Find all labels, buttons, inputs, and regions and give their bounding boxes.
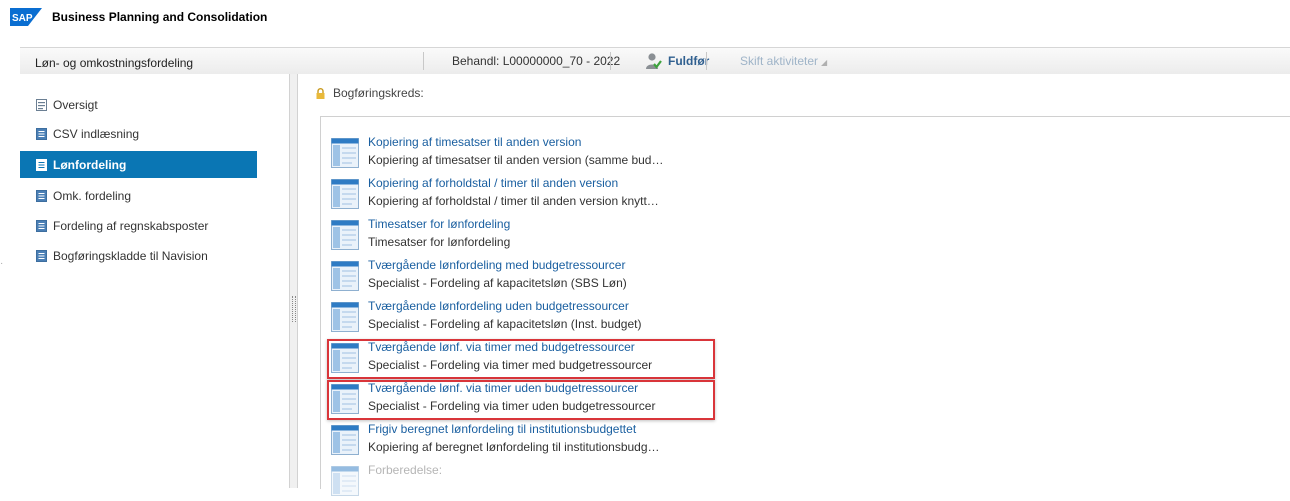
header-divider xyxy=(706,52,707,70)
header-divider xyxy=(610,52,611,70)
activity-header: Løn- og omkostningsfordeling Behandl: L0… xyxy=(20,47,1290,75)
task-form-icon xyxy=(331,302,359,332)
task-title[interactable]: Frigiv beregnet lønfordeling til institu… xyxy=(368,422,636,436)
app-title: Business Planning and Consolidation xyxy=(52,10,268,24)
task-description: Kopiering af forholdstal / timer til and… xyxy=(368,194,659,208)
task-description: Kopiering af beregnet lønfordeling til i… xyxy=(368,440,660,454)
company-code-label: Bogføringskreds: xyxy=(333,86,424,100)
task-item[interactable]: Kopiering af forholdstal / timer til and… xyxy=(331,174,711,214)
sap-logo: SAP xyxy=(10,8,42,26)
task-description: Timesatser for lønfordeling xyxy=(368,235,511,249)
finish-button[interactable]: Fuldfør xyxy=(644,51,709,71)
task-list-panel: Kopiering af timesatser til anden versio… xyxy=(320,116,1290,496)
corner-arrow-icon: ◢ xyxy=(821,58,828,67)
sidebar-item[interactable]: Fordeling af regnskabsposter xyxy=(20,212,257,239)
task-title[interactable]: Timesatser for lønfordeling xyxy=(368,217,510,231)
task-form-icon xyxy=(331,425,359,455)
finish-icon xyxy=(646,53,662,69)
task-title[interactable]: Tværgående lønfordeling med budgetressou… xyxy=(368,258,625,272)
task-item[interactable]: Timesatser for lønfordeling Timesatser fo… xyxy=(331,215,711,255)
svg-text:SAP: SAP xyxy=(12,13,33,24)
task-title[interactable]: Tværgående lønf. via timer med budgetres… xyxy=(368,340,635,354)
sidebar-item[interactable]: Bogføringskladde til Navision xyxy=(20,242,257,269)
document-icon xyxy=(36,158,47,171)
page-title: Løn- og omkostningsfordeling xyxy=(35,56,194,70)
task-form-icon xyxy=(331,343,359,373)
sidebar-item[interactable]: Omk. fordeling xyxy=(20,182,257,209)
shell-bar: SAP Business Planning and Consolidation xyxy=(0,0,1290,40)
task-title: Forberedelse: xyxy=(368,463,443,477)
task-title[interactable]: Tværgående lønf. via timer uden budgetre… xyxy=(368,381,638,395)
sidebar-item-label: Lønfordeling xyxy=(53,157,127,172)
task-item[interactable]: Tværgående lønf. via timer uden budgetre… xyxy=(331,379,711,419)
task-form-icon xyxy=(331,384,359,414)
task-description: Specialist - Fordeling via timer med bud… xyxy=(368,358,653,372)
task-item[interactable]: Tværgående lønf. via timer med budgetres… xyxy=(331,338,711,378)
sidebar-item-label: CSV indlæsning xyxy=(53,126,140,141)
task-description: Specialist - Fordeling via timer uden bu… xyxy=(368,399,656,413)
lock-icon xyxy=(316,87,325,99)
task-title[interactable]: Kopiering af forholdstal / timer til and… xyxy=(368,176,618,190)
overview-icon xyxy=(36,98,47,111)
task-title[interactable]: Tværgående lønfordeling uden budgetresso… xyxy=(368,299,629,313)
document-icon xyxy=(36,249,47,262)
task-item[interactable]: Tværgående lønfordeling uden budgetresso… xyxy=(331,297,711,337)
document-icon xyxy=(36,189,47,202)
task-item[interactable]: Frigiv beregnet lønfordeling til institu… xyxy=(331,420,711,460)
task-item[interactable]: Tværgående lønfordeling med budgetressou… xyxy=(331,256,711,296)
company-row: Bogføringskreds: xyxy=(316,86,424,100)
context-label: Behandl: L00000000_70 - 2022 xyxy=(452,54,621,68)
splitter-grip[interactable] xyxy=(292,296,296,322)
header-divider xyxy=(423,52,424,70)
edge-marker: · xyxy=(0,258,4,269)
sidebar-item-label: Oversigt xyxy=(53,97,98,112)
task-form-icon xyxy=(331,261,359,291)
task-form-icon xyxy=(331,466,359,496)
task-item[interactable]: Kopiering af timesatser til anden versio… xyxy=(331,133,711,173)
sidebar-item-label: Fordeling af regnskabsposter xyxy=(53,218,209,233)
sidebar-item[interactable]: Oversigt xyxy=(20,91,257,118)
main-panel: Bogføringskreds: Kopiering af timesatser… xyxy=(298,74,1290,496)
pane-splitter[interactable] xyxy=(290,74,298,488)
task-description: Specialist - Fordeling af kapacitetsløn … xyxy=(368,317,642,331)
finish-label: Fuldfør xyxy=(668,54,710,68)
sidebar-item-label: Omk. fordeling xyxy=(53,188,132,203)
task-form-icon xyxy=(331,220,359,250)
task-form-icon xyxy=(331,179,359,209)
document-icon xyxy=(36,127,47,140)
sidebar-item-label: Bogføringskladde til Navision xyxy=(53,248,208,263)
task-description: Specialist - Fordeling af kapacitetsløn … xyxy=(368,276,627,290)
document-icon xyxy=(36,219,47,232)
sidebar-item[interactable]: CSV indlæsning xyxy=(20,120,257,147)
task-description: Kopiering af timesatser til anden versio… xyxy=(368,153,664,167)
switch-activities-label: Skift aktiviteter xyxy=(740,54,819,68)
switch-activities-button[interactable]: Skift aktiviteter ◢ xyxy=(740,54,827,68)
task-title[interactable]: Kopiering af timesatser til anden versio… xyxy=(368,135,581,149)
sidebar-item[interactable]: Lønfordeling xyxy=(20,151,257,178)
task-item: Forberedelse: xyxy=(331,461,711,501)
task-form-icon xyxy=(331,138,359,168)
